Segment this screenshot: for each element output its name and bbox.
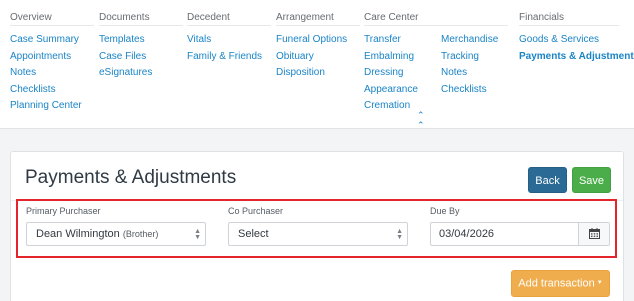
nav-link-funeral-options[interactable]: Funeral Options <box>276 32 360 49</box>
nav-link-vitals[interactable]: Vitals <box>187 32 271 49</box>
nav-heading-care-center: Care Center <box>364 10 508 26</box>
nav-link-appointments[interactable]: Appointments <box>10 49 94 66</box>
select-caret-icon: ▲ ▼ <box>396 228 403 241</box>
co-purchaser-select[interactable]: Select ▲ ▼ <box>228 222 408 246</box>
nav-group-care-center-more: Merchandise Tracking Notes Checklists <box>441 32 498 98</box>
nav-heading-arrangement: Arrangement <box>276 10 360 26</box>
nav-link-goods-services[interactable]: Goods & Services <box>519 32 634 49</box>
nav-group-overview: Overview Case Summary Appointments Notes… <box>10 10 94 115</box>
primary-purchaser-label: Primary Purchaser <box>26 206 101 216</box>
nav-link-planning-center[interactable]: Planning Center <box>10 98 94 115</box>
nav-link-cremation[interactable]: Cremation <box>364 98 508 115</box>
nav-heading-financials: Financials <box>519 10 619 26</box>
nav-link-care-checklists[interactable]: Checklists <box>441 82 498 99</box>
nav-link-case-files[interactable]: Case Files <box>99 49 183 66</box>
add-transaction-label: Add transaction <box>518 277 595 290</box>
back-button[interactable]: Back <box>528 167 567 193</box>
primary-purchaser-relation: (Brother) <box>122 229 159 239</box>
co-purchaser-label: Co Purchaser <box>228 206 284 216</box>
nav-link-tracking[interactable]: Tracking <box>441 49 498 66</box>
nav-link-disposition[interactable]: Disposition <box>276 65 360 82</box>
page-title: Payments & Adjustments <box>25 167 237 188</box>
nav-link-templates[interactable]: Templates <box>99 32 183 49</box>
add-transaction-button[interactable]: Add transaction ▼ <box>511 270 610 297</box>
due-by-value: 03/04/2026 <box>439 228 495 240</box>
nav-group-financials: Financials Goods & Services Payments & A… <box>519 10 634 65</box>
nav-group-documents: Documents Templates Case Files eSignatur… <box>99 10 183 82</box>
caret-down-icon: ▼ <box>596 280 603 286</box>
primary-purchaser-value: Dean Wilmington <box>36 228 120 240</box>
save-button[interactable]: Save <box>572 167 611 193</box>
due-by-label: Due By <box>430 206 460 216</box>
nav-link-checklists[interactable]: Checklists <box>10 82 94 99</box>
calendar-icon <box>589 228 600 239</box>
nav-link-care-notes[interactable]: Notes <box>441 65 498 82</box>
nav-link-family-friends[interactable]: Family & Friends <box>187 49 271 66</box>
nav-heading-documents: Documents <box>99 10 183 26</box>
nav-link-obituary[interactable]: Obituary <box>276 49 360 66</box>
nav-heading-overview: Overview <box>10 10 94 26</box>
primary-purchaser-select[interactable]: Dean Wilmington (Brother) ▲ ▼ <box>26 222 206 246</box>
select-caret-icon: ▲ ▼ <box>194 228 201 241</box>
due-by-input[interactable]: 03/04/2026 <box>430 222 610 246</box>
calendar-button[interactable] <box>578 223 609 245</box>
nav-link-notes[interactable]: Notes <box>10 65 94 82</box>
double-chevron-up-icon[interactable]: ⌃ ⌃ <box>417 110 425 130</box>
nav-group-arrangement: Arrangement Funeral Options Obituary Dis… <box>276 10 360 82</box>
nav-link-payments-adjustments[interactable]: Payments & Adjustments <box>519 49 634 66</box>
nav-heading-decedent: Decedent <box>187 10 271 26</box>
nav-link-esignatures[interactable]: eSignatures <box>99 65 183 82</box>
nav-link-merchandise[interactable]: Merchandise <box>441 32 498 49</box>
nav-link-case-summary[interactable]: Case Summary <box>10 32 94 49</box>
co-purchaser-value: Select <box>238 228 269 240</box>
nav-group-decedent: Decedent Vitals Family & Friends <box>187 10 271 65</box>
payments-panel: Payments & Adjustments Back Save Primary… <box>10 151 624 301</box>
top-navigation: Overview Case Summary Appointments Notes… <box>0 0 634 130</box>
